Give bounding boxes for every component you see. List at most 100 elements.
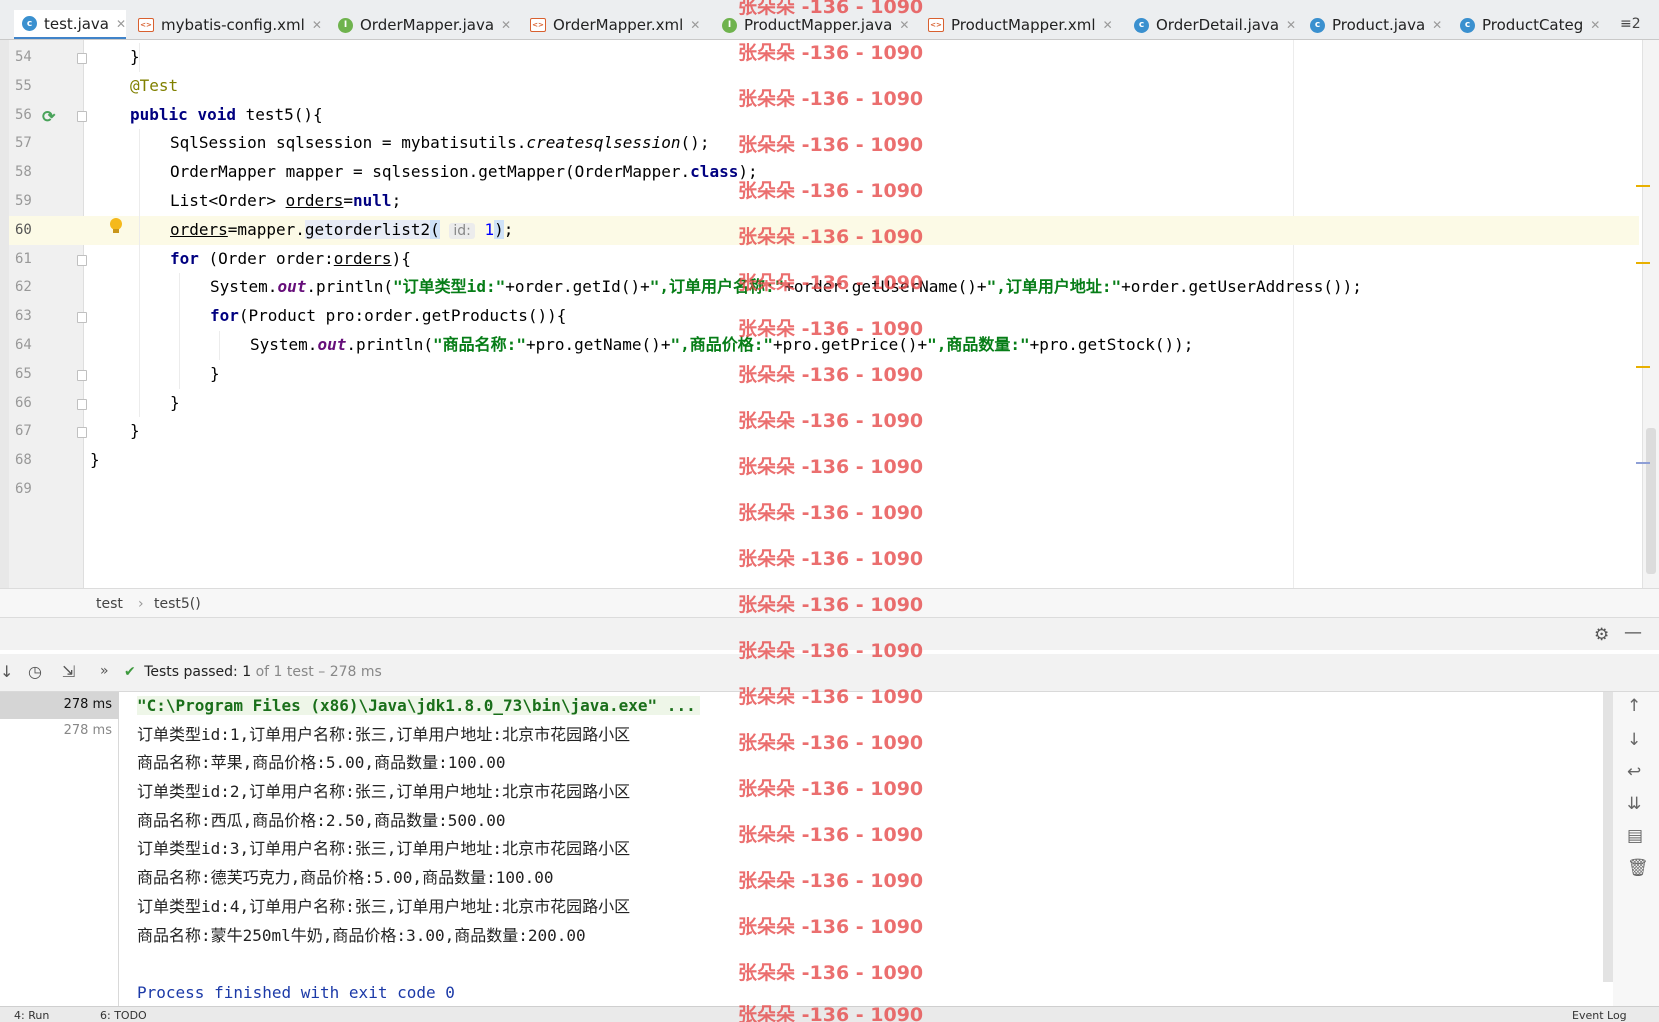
tab-productmapper-java[interactable]: I ProductMapper.java ✕	[722, 10, 914, 39]
tab-label: OrderMapper.java	[360, 16, 495, 34]
breadcrumb-item-method[interactable]: test5()	[154, 596, 201, 612]
breadcrumb-item-class[interactable]: test	[96, 596, 123, 612]
close-icon[interactable]: ✕	[899, 18, 909, 32]
console-side-toolbar: ↑ ↓ ↩ ⇊ ▤ 🗑	[1613, 692, 1659, 1006]
arrow-down-icon[interactable]: ↓	[0, 662, 13, 681]
code-line: 59 List<Order> orders=null;	[9, 186, 1639, 216]
close-icon[interactable]: ✕	[1432, 18, 1442, 32]
tests-passed-label: Tests passed:	[144, 664, 238, 680]
editor-scrollbar-thumb[interactable]	[1646, 428, 1656, 574]
editor-tab-bar: c test.java ✕ <> mybatis-config.xml ✕ I …	[0, 0, 1659, 40]
close-icon[interactable]: ✕	[1103, 18, 1113, 32]
tab-test-java[interactable]: c test.java ✕	[14, 10, 126, 39]
soft-wrap-icon[interactable]: ↩	[1627, 762, 1641, 782]
java-class-icon: c	[1310, 17, 1325, 33]
code-text: for (Order order:orders){	[170, 248, 411, 268]
more-icon[interactable]: »	[100, 663, 109, 679]
code-line: 67 }	[9, 417, 1639, 446]
export-icon[interactable]: ⇲	[62, 662, 75, 681]
code-text: orders=mapper.getorderlist2( id: 1);	[170, 219, 514, 239]
fold-marker[interactable]	[77, 53, 87, 64]
line-number: 63	[15, 308, 32, 325]
console-scrollbar[interactable]	[1603, 692, 1613, 982]
event-log-button[interactable]: Event Log	[1572, 1009, 1627, 1022]
code-text: System.out.println("订单类型id:"+order.getId…	[210, 277, 1362, 297]
print-icon[interactable]: ▤	[1627, 826, 1643, 846]
line-number: 69	[15, 480, 32, 497]
arrow-up-icon[interactable]: ↑	[1627, 696, 1641, 716]
fold-marker[interactable]	[77, 312, 87, 324]
console-line: 订单类型id:3,订单用户名称:张三,订单用户地址:北京市花园路小区	[137, 839, 631, 859]
code-text: OrderMapper mapper = sqlsession.getMappe…	[170, 162, 758, 182]
code-line: 54 }	[9, 43, 1639, 72]
line-number: 62	[15, 279, 32, 296]
code-line: 57 SqlSession sqlsession = mybatisutils.…	[9, 129, 1639, 159]
code-text: List<Order> orders=null;	[170, 190, 402, 210]
tab-ordermapper-java[interactable]: I OrderMapper.java ✕	[338, 10, 518, 39]
code-text: SqlSession sqlsession = mybatisutils.cre…	[170, 133, 710, 153]
xml-file-icon: <>	[138, 18, 154, 32]
history-icon[interactable]: ◷	[28, 662, 42, 681]
tab-ordermapper-xml[interactable]: <> OrderMapper.xml ✕	[530, 10, 706, 39]
fold-marker[interactable]	[77, 254, 87, 266]
gear-icon[interactable]: ⚙	[1594, 625, 1609, 645]
line-number: 54	[15, 49, 32, 65]
code-line-current: 60 orders=mapper.getorderlist2( id: 1);	[9, 215, 1639, 245]
project-tool-strip	[0, 40, 9, 620]
line-number: 67	[15, 423, 32, 440]
close-icon[interactable]: ✕	[116, 17, 126, 31]
tab-productmapper-xml[interactable]: <> ProductMapper.xml ✕	[928, 10, 1116, 39]
line-number: 66	[15, 394, 32, 411]
fold-marker[interactable]	[77, 398, 87, 410]
tab-orderdetail-java[interactable]: c OrderDetail.java ✕	[1134, 10, 1298, 39]
console-line: 商品名称:苹果,商品价格:5.00,商品数量:100.00	[137, 753, 506, 773]
run-tool-button[interactable]: 4: Run	[14, 1009, 49, 1022]
tests-passed-count: 1	[242, 664, 252, 680]
tab-label: ProductMapper.xml	[951, 16, 1096, 34]
run-test-icon[interactable]: ⟳	[42, 103, 55, 132]
todo-tool-button[interactable]: 6: TODO	[100, 1009, 147, 1022]
tab-productcategory[interactable]: c ProductCateg ✕	[1460, 10, 1610, 39]
tab-label: ProductMapper.java	[744, 16, 893, 34]
line-number: 64	[15, 336, 32, 353]
close-icon[interactable]: ✕	[501, 18, 511, 32]
breadcrumb: test › test5()	[0, 588, 1659, 618]
line-number: 65	[15, 365, 32, 382]
console-command[interactable]: "C:\Program Files (x86)\Java\jdk1.8.0_73…	[137, 696, 700, 715]
tab-list-button[interactable]: ≡2	[1620, 16, 1641, 32]
arrow-down-icon[interactable]: ↓	[1627, 730, 1641, 750]
run-toolbar: ↓ ◷ ⇲ » ✔ Tests passed: 1 of 1 test – 27…	[0, 654, 1659, 692]
console-output[interactable]: "C:\Program Files (x86)\Java\jdk1.8.0_73…	[119, 692, 1603, 1006]
console-line: 订单类型id:1,订单用户名称:张三,订单用户地址:北京市花园路小区	[137, 724, 631, 744]
code-line: 58 OrderMapper mapper = sqlsession.getMa…	[9, 158, 1639, 187]
fold-marker[interactable]	[77, 369, 87, 381]
trash-icon[interactable]: 🗑	[1627, 858, 1649, 878]
scroll-to-end-icon[interactable]: ⇊	[1627, 794, 1641, 814]
fold-marker[interactable]	[77, 427, 87, 439]
code-line: 66 }	[9, 388, 1639, 418]
lightbulb-icon[interactable]	[110, 217, 122, 234]
code-text: @Test	[130, 75, 179, 95]
line-number: 68	[15, 452, 32, 469]
close-icon[interactable]: ✕	[1590, 18, 1600, 32]
console-line: "C:\Program Files (x86)\Java\jdk1.8.0_73…	[137, 692, 700, 721]
test-duration: 278 ms	[63, 723, 112, 738]
tab-label: OrderDetail.java	[1156, 16, 1280, 34]
close-icon[interactable]: ✕	[1286, 18, 1296, 32]
tab-mybatis-config[interactable]: <> mybatis-config.xml ✕	[138, 10, 330, 39]
minimize-icon[interactable]: —	[1624, 622, 1642, 643]
tab-product-java[interactable]: c Product.java ✕	[1310, 10, 1450, 39]
chevron-right-icon: ›	[138, 596, 144, 612]
line-number: 60	[15, 221, 32, 238]
code-line: 65 }	[9, 359, 1639, 389]
line-number: 61	[15, 250, 32, 267]
code-text: System.out.println("商品名称:"+pro.getName()…	[250, 334, 1194, 354]
fold-marker[interactable]	[77, 110, 87, 122]
code-text: }	[130, 47, 140, 66]
close-icon[interactable]: ✕	[690, 18, 700, 32]
line-number: 57	[15, 135, 32, 152]
code-line: 69	[9, 475, 1639, 504]
tab-label: test.java	[44, 14, 110, 33]
code-line: 56 ⟳ public void test5(){	[9, 101, 1639, 130]
close-icon[interactable]: ✕	[312, 18, 322, 32]
